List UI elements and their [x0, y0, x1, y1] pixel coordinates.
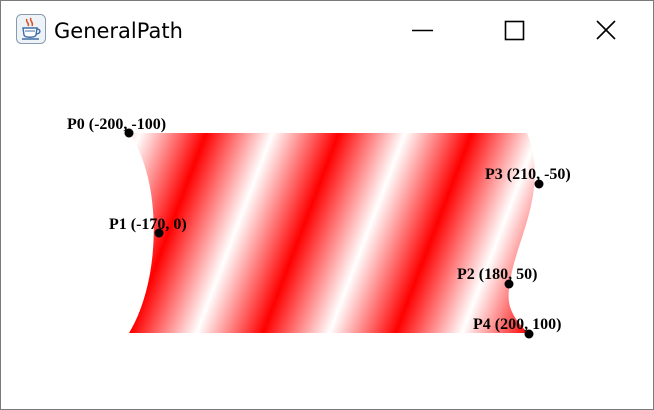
point-label-p4: P4 (200, 100) [473, 316, 561, 333]
point-label-p3: P3 (210, -50) [485, 166, 571, 183]
drawing-canvas: P0 (-200, -100) P1 (-170, 0) P2 (180, 50… [67, 116, 571, 339]
point-label-p1: P1 (-170, 0) [109, 216, 187, 233]
application-window: GeneralPath P0 (-200, -100) P1 (-170, 0)… [0, 0, 654, 410]
point-label-p2: P2 (180, 50) [457, 266, 537, 283]
control-point-p4: P4 (200, 100) [473, 316, 561, 339]
point-label-p0: P0 (-200, -100) [67, 116, 166, 133]
general-path-shape [129, 133, 535, 333]
